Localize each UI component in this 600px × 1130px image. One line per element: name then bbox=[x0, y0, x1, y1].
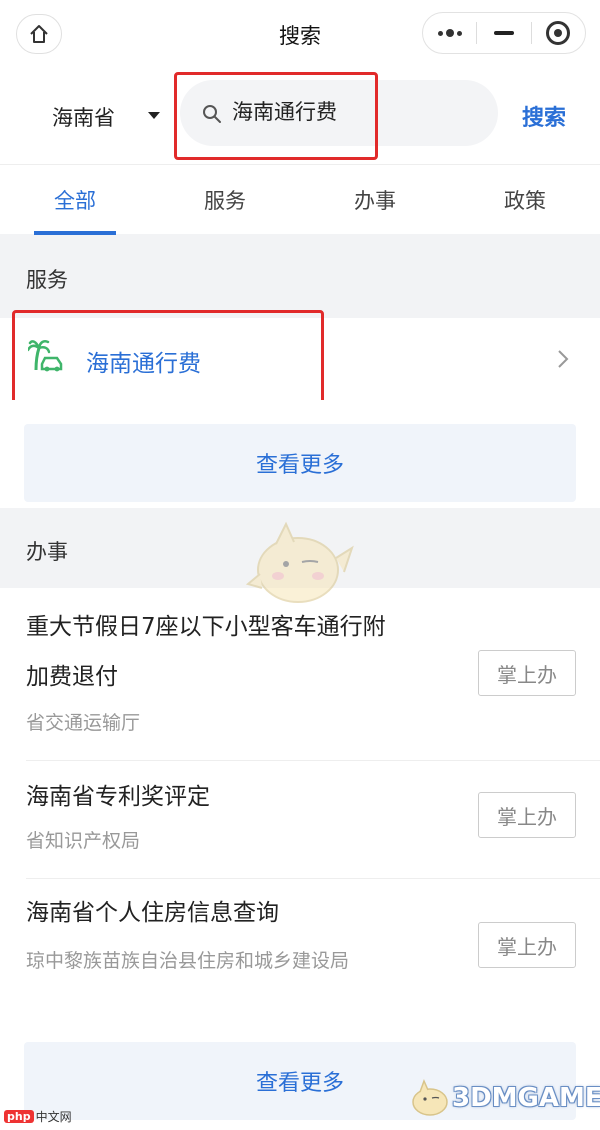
tab-policy[interactable]: 政策 bbox=[485, 185, 565, 215]
mascot-watermark-icon bbox=[246, 521, 354, 603]
matter-title: 海南省个人住房信息查询 bbox=[26, 900, 279, 926]
target-close-icon bbox=[546, 21, 571, 45]
more-dots-icon bbox=[437, 29, 462, 37]
close-button[interactable] bbox=[532, 13, 585, 53]
matter-dept: 琼中黎族苗族自治县住房和城乡建设局 bbox=[26, 950, 350, 972]
php-site-text: 中文网 bbox=[35, 1110, 72, 1124]
top-nav-bar: 搜索 bbox=[0, 0, 600, 68]
tab-matters[interactable]: 办事 bbox=[335, 185, 415, 215]
services-more-button[interactable]: 查看更多 bbox=[24, 424, 576, 502]
tab-services[interactable]: 服务 bbox=[185, 185, 265, 215]
mascot-small-icon bbox=[412, 1078, 448, 1116]
chevron-right-icon bbox=[558, 350, 569, 368]
matter-dept: 省交通运输厅 bbox=[26, 712, 141, 734]
matter-title: 重大节假日7座以下小型客车通行附加费退付 bbox=[26, 614, 386, 690]
minimize-button[interactable] bbox=[477, 13, 530, 53]
active-tab-indicator bbox=[34, 231, 116, 235]
search-highlight-box bbox=[174, 72, 378, 160]
filter-tabs: 全部 服务 办事 政策 bbox=[0, 164, 600, 235]
divider bbox=[26, 878, 600, 879]
caret-down-icon[interactable] bbox=[148, 112, 160, 119]
mobile-handle-button[interactable]: 掌上办 bbox=[478, 792, 576, 838]
region-selector[interactable]: 海南省 bbox=[52, 102, 115, 132]
matters-section-title: 办事 bbox=[26, 540, 68, 564]
php-badge: php bbox=[4, 1110, 34, 1123]
search-button[interactable]: 搜索 bbox=[522, 100, 566, 132]
divider bbox=[26, 760, 600, 761]
php-watermark: php 中文网 bbox=[4, 1108, 72, 1125]
more-button[interactable] bbox=[423, 13, 476, 53]
matter-title: 海南省专利奖评定 bbox=[26, 784, 210, 810]
mini-program-capsule bbox=[422, 12, 586, 54]
3dm-watermark: 3DMGAME bbox=[408, 1078, 600, 1118]
minimize-icon bbox=[493, 31, 514, 35]
services-more-wrap: 查看更多 bbox=[0, 400, 600, 508]
3dm-text: 3DMGAME bbox=[452, 1083, 600, 1113]
matters-list: 重大节假日7座以下小型客车通行附加费退付 省交通运输厅 掌上办 海南省专利奖评定… bbox=[0, 588, 600, 1018]
services-section-title: 服务 bbox=[26, 268, 68, 292]
matter-dept: 省知识产权局 bbox=[26, 830, 141, 852]
mobile-handle-button[interactable]: 掌上办 bbox=[478, 650, 576, 696]
tab-all[interactable]: 全部 bbox=[35, 185, 115, 215]
mobile-handle-button[interactable]: 掌上办 bbox=[478, 922, 576, 968]
